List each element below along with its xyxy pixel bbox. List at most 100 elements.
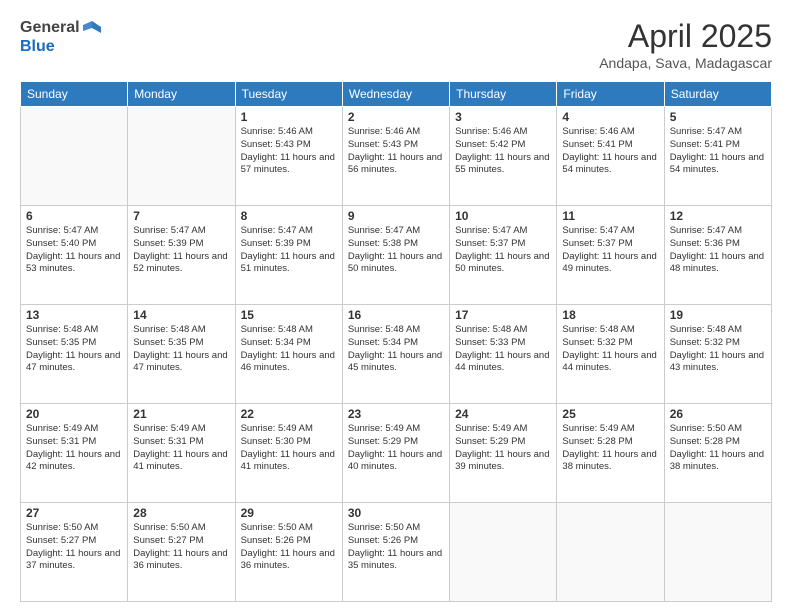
day-number: 12	[670, 209, 766, 223]
calendar-cell: 26 Sunrise: 5:50 AM Sunset: 5:28 PM Dayli…	[664, 404, 771, 503]
calendar-cell: 3 Sunrise: 5:46 AM Sunset: 5:42 PM Daylig…	[450, 107, 557, 206]
day-info: Sunrise: 5:48 AM Sunset: 5:34 PM Dayligh…	[348, 324, 444, 375]
day-number: 30	[348, 506, 444, 520]
day-number: 8	[241, 209, 337, 223]
calendar-cell	[21, 107, 128, 206]
weekday-header-thursday: Thursday	[450, 82, 557, 107]
calendar-cell: 19 Sunrise: 5:48 AM Sunset: 5:32 PM Dayli…	[664, 305, 771, 404]
calendar-cell: 23 Sunrise: 5:49 AM Sunset: 5:29 PM Dayli…	[342, 404, 449, 503]
day-info: Sunrise: 5:47 AM Sunset: 5:37 PM Dayligh…	[455, 225, 551, 276]
day-info: Sunrise: 5:49 AM Sunset: 5:28 PM Dayligh…	[562, 423, 658, 474]
calendar-cell: 12 Sunrise: 5:47 AM Sunset: 5:36 PM Dayli…	[664, 206, 771, 305]
calendar-cell: 13Sunrise: 5:48 AM Sunset: 5:35 PM Dayli…	[21, 305, 128, 404]
month-year-title: April 2025	[599, 18, 772, 55]
calendar-cell: 9 Sunrise: 5:47 AM Sunset: 5:38 PM Daylig…	[342, 206, 449, 305]
calendar-cell: 28 Sunrise: 5:50 AM Sunset: 5:27 PM Dayli…	[128, 503, 235, 602]
weekday-header-friday: Friday	[557, 82, 664, 107]
calendar-cell: 14Sunrise: 5:48 AM Sunset: 5:35 PM Dayli…	[128, 305, 235, 404]
calendar-cell: 7 Sunrise: 5:47 AM Sunset: 5:39 PM Daylig…	[128, 206, 235, 305]
day-number: 15	[241, 308, 337, 322]
calendar-cell: 4 Sunrise: 5:46 AM Sunset: 5:41 PM Daylig…	[557, 107, 664, 206]
calendar-cell: 1 Sunrise: 5:46 AM Sunset: 5:43 PM Daylig…	[235, 107, 342, 206]
calendar-cell: 29Sunrise: 5:50 AM Sunset: 5:26 PM Dayli…	[235, 503, 342, 602]
day-info: Sunrise: 5:49 AM Sunset: 5:31 PM Dayligh…	[26, 423, 122, 474]
week-row-5: 27 Sunrise: 5:50 AM Sunset: 5:27 PM Dayli…	[21, 503, 772, 602]
page: General Blue April 2025 Andapa, Sava, Ma…	[0, 0, 792, 612]
day-number: 3	[455, 110, 551, 124]
calendar-cell	[450, 503, 557, 602]
day-number: 1	[241, 110, 337, 124]
calendar-cell	[664, 503, 771, 602]
location-subtitle: Andapa, Sava, Madagascar	[599, 55, 772, 71]
day-number: 23	[348, 407, 444, 421]
calendar-cell: 15Sunrise: 5:48 AM Sunset: 5:34 PM Dayli…	[235, 305, 342, 404]
day-info: Sunrise: 5:48 AM Sunset: 5:33 PM Dayligh…	[455, 324, 551, 375]
day-info: Sunrise: 5:47 AM Sunset: 5:38 PM Dayligh…	[348, 225, 444, 276]
calendar-cell: 22Sunrise: 5:49 AM Sunset: 5:30 PM Dayli…	[235, 404, 342, 503]
day-info: Sunrise: 5:48 AM Sunset: 5:32 PM Dayligh…	[670, 324, 766, 375]
day-number: 27	[26, 506, 122, 520]
day-info: Sunrise: 5:50 AM Sunset: 5:27 PM Dayligh…	[26, 522, 122, 573]
day-info: Sunrise: 5:46 AM Sunset: 5:41 PM Dayligh…	[562, 126, 658, 177]
day-number: 6	[26, 209, 122, 223]
day-number: 11	[562, 209, 658, 223]
weekday-header-tuesday: Tuesday	[235, 82, 342, 107]
day-number: 20	[26, 407, 122, 421]
week-row-3: 13Sunrise: 5:48 AM Sunset: 5:35 PM Dayli…	[21, 305, 772, 404]
calendar-table: SundayMondayTuesdayWednesdayThursdayFrid…	[20, 81, 772, 602]
day-info: Sunrise: 5:46 AM Sunset: 5:43 PM Dayligh…	[241, 126, 337, 177]
day-number: 21	[133, 407, 229, 421]
calendar-cell: 25 Sunrise: 5:49 AM Sunset: 5:28 PM Dayli…	[557, 404, 664, 503]
day-number: 22	[241, 407, 337, 421]
day-info: Sunrise: 5:50 AM Sunset: 5:27 PM Dayligh…	[133, 522, 229, 573]
day-info: Sunrise: 5:47 AM Sunset: 5:41 PM Dayligh…	[670, 126, 766, 177]
day-number: 18	[562, 308, 658, 322]
day-number: 7	[133, 209, 229, 223]
day-number: 16	[348, 308, 444, 322]
logo-bird-icon	[83, 19, 101, 37]
day-info: Sunrise: 5:49 AM Sunset: 5:31 PM Dayligh…	[133, 423, 229, 474]
day-info: Sunrise: 5:49 AM Sunset: 5:29 PM Dayligh…	[348, 423, 444, 474]
day-number: 24	[455, 407, 551, 421]
day-number: 13	[26, 308, 122, 322]
weekday-header-wednesday: Wednesday	[342, 82, 449, 107]
day-number: 17	[455, 308, 551, 322]
day-number: 5	[670, 110, 766, 124]
calendar-cell: 2 Sunrise: 5:46 AM Sunset: 5:43 PM Daylig…	[342, 107, 449, 206]
logo-general: General	[20, 18, 80, 37]
calendar-cell: 8Sunrise: 5:47 AM Sunset: 5:39 PM Daylig…	[235, 206, 342, 305]
day-info: Sunrise: 5:49 AM Sunset: 5:29 PM Dayligh…	[455, 423, 551, 474]
day-info: Sunrise: 5:46 AM Sunset: 5:42 PM Dayligh…	[455, 126, 551, 177]
calendar-cell: 18 Sunrise: 5:48 AM Sunset: 5:32 PM Dayli…	[557, 305, 664, 404]
calendar-cell: 17 Sunrise: 5:48 AM Sunset: 5:33 PM Dayli…	[450, 305, 557, 404]
day-info: Sunrise: 5:47 AM Sunset: 5:36 PM Dayligh…	[670, 225, 766, 276]
title-block: April 2025 Andapa, Sava, Madagascar	[599, 18, 772, 71]
day-number: 14	[133, 308, 229, 322]
week-row-2: 6Sunrise: 5:47 AM Sunset: 5:40 PM Daylig…	[21, 206, 772, 305]
day-number: 2	[348, 110, 444, 124]
week-row-4: 20 Sunrise: 5:49 AM Sunset: 5:31 PM Dayli…	[21, 404, 772, 503]
day-number: 29	[241, 506, 337, 520]
day-info: Sunrise: 5:50 AM Sunset: 5:28 PM Dayligh…	[670, 423, 766, 474]
calendar-cell: 30 Sunrise: 5:50 AM Sunset: 5:26 PM Dayli…	[342, 503, 449, 602]
logo: General Blue	[20, 18, 101, 56]
calendar-cell: 5 Sunrise: 5:47 AM Sunset: 5:41 PM Daylig…	[664, 107, 771, 206]
logo-blue: Blue	[20, 37, 101, 56]
header: General Blue April 2025 Andapa, Sava, Ma…	[20, 18, 772, 71]
day-number: 9	[348, 209, 444, 223]
weekday-header-monday: Monday	[128, 82, 235, 107]
calendar-cell: 20 Sunrise: 5:49 AM Sunset: 5:31 PM Dayli…	[21, 404, 128, 503]
day-number: 26	[670, 407, 766, 421]
day-info: Sunrise: 5:48 AM Sunset: 5:32 PM Dayligh…	[562, 324, 658, 375]
calendar-cell: 27 Sunrise: 5:50 AM Sunset: 5:27 PM Dayli…	[21, 503, 128, 602]
day-number: 25	[562, 407, 658, 421]
day-number: 19	[670, 308, 766, 322]
day-info: Sunrise: 5:50 AM Sunset: 5:26 PM Dayligh…	[348, 522, 444, 573]
weekday-header-row: SundayMondayTuesdayWednesdayThursdayFrid…	[21, 82, 772, 107]
calendar-cell	[557, 503, 664, 602]
day-info: Sunrise: 5:46 AM Sunset: 5:43 PM Dayligh…	[348, 126, 444, 177]
day-number: 4	[562, 110, 658, 124]
day-number: 28	[133, 506, 229, 520]
day-info: Sunrise: 5:47 AM Sunset: 5:37 PM Dayligh…	[562, 225, 658, 276]
day-info: Sunrise: 5:47 AM Sunset: 5:39 PM Dayligh…	[133, 225, 229, 276]
